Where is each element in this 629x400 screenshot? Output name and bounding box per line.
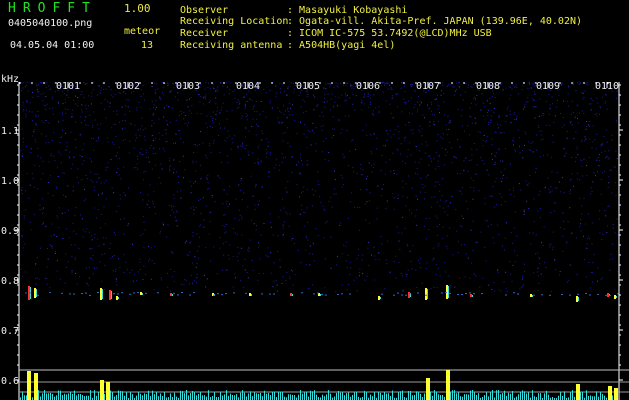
meteor-echo [425, 288, 427, 300]
y-tick-label: 1.1 [1, 126, 19, 137]
y-unit-label: kHz [1, 74, 19, 85]
meteor-detection-bar [100, 380, 104, 400]
meteor-detection-bar [576, 384, 580, 400]
y-tick-label: 0.7 [1, 326, 19, 337]
meteor-detection-bar [614, 388, 618, 400]
meteor-echo [607, 293, 609, 297]
x-tick-label: 0110 [595, 81, 619, 92]
meteor-echo [470, 294, 472, 297]
y-tick-label: 0.8 [1, 276, 19, 287]
meteor-echo [170, 293, 172, 296]
meteor-detection-bar [27, 371, 31, 400]
meteor-signals [25, 285, 619, 302]
meteor-echo [408, 292, 410, 298]
spectrogram-noise [20, 82, 619, 293]
meteor-echo [34, 288, 36, 298]
meteor-echo [249, 293, 251, 296]
lower-detection-panel [20, 370, 618, 400]
meteor-detection-bar [106, 382, 110, 400]
meteor-echo [100, 288, 102, 300]
meteor-detection-bar [426, 378, 430, 400]
meteor-detection-bar [446, 370, 450, 400]
meteor-echo [116, 296, 118, 300]
spectrogram-axes [18, 82, 629, 400]
spectrogram-plot: kHz 1.11.00.90.80.70.6 0101 0102 0103 0104 0… [1, 74, 629, 400]
meteor-echo [109, 290, 111, 300]
meteor-echo [378, 296, 380, 300]
meteor-echo [446, 285, 448, 299]
y-tick-label: 1.0 [1, 176, 19, 187]
meteor-detection-bar [34, 373, 38, 400]
meteor-detection-bar [608, 386, 612, 400]
meteor-echo [576, 296, 578, 302]
meteor-echo [140, 292, 142, 295]
meteor-echo [290, 293, 292, 296]
meteor-echo [614, 295, 616, 299]
y-tick-label: 0.9 [1, 226, 19, 237]
y-tick-label: 0.6 [1, 376, 19, 387]
meteor-echo [530, 294, 532, 297]
